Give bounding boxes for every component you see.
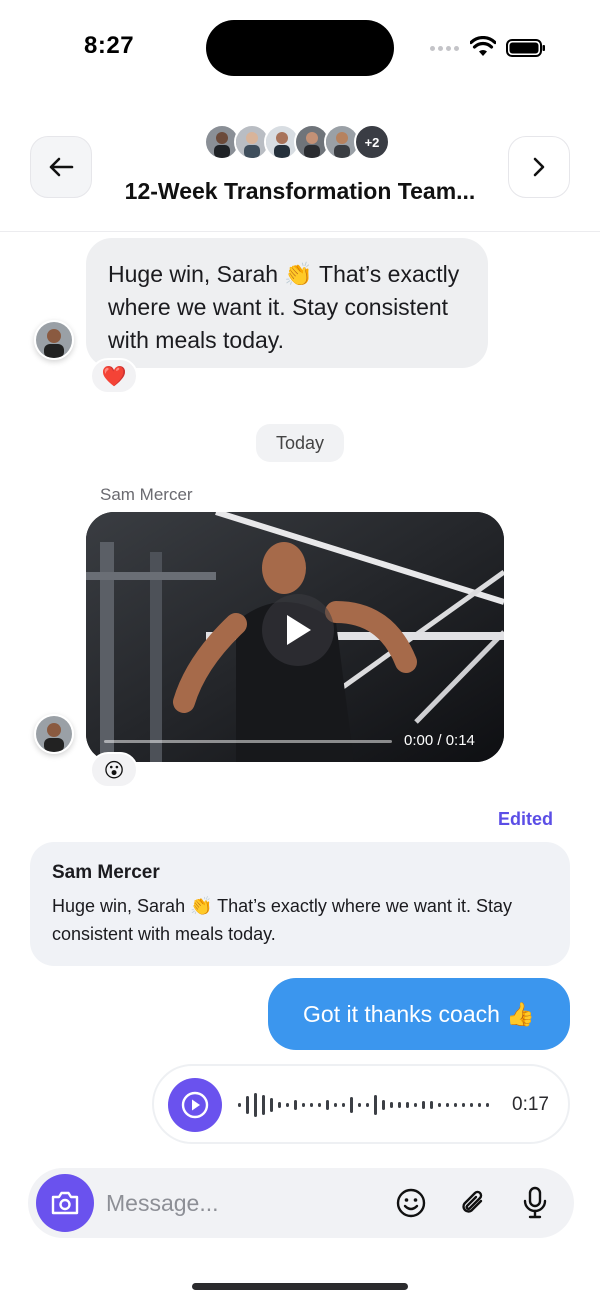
- camera-button[interactable]: [36, 1174, 94, 1232]
- dynamic-island: [206, 20, 394, 76]
- home-indicator[interactable]: [192, 1283, 408, 1290]
- wifi-icon: [470, 36, 496, 56]
- chat-header: +2 12-Week Transformation Team...: [0, 110, 600, 232]
- incoming-message[interactable]: Huge win, Sarah 👏 That’s exactly where w…: [86, 238, 488, 368]
- video-play-button[interactable]: [262, 594, 334, 666]
- camera-icon: [51, 1191, 79, 1215]
- arrow-left-icon: [49, 157, 74, 177]
- message-text: Huge win, Sarah 👏 That’s exactly where w…: [108, 261, 460, 353]
- attach-button[interactable]: [456, 1186, 490, 1220]
- play-icon: [287, 615, 311, 645]
- quote-text: Huge win, Sarah 👏 That’s exactly where w…: [52, 896, 512, 944]
- emoji-icon: [396, 1188, 426, 1218]
- group-members[interactable]: +2: [204, 124, 390, 160]
- cellular-signal-icon: [430, 46, 459, 51]
- reaction-badge[interactable]: ❤️: [90, 358, 138, 394]
- emoji-button[interactable]: [394, 1186, 428, 1220]
- date-separator: Today: [256, 424, 344, 462]
- quote-sender: Sam Mercer: [52, 862, 160, 883]
- voice-duration: 0:17: [512, 1094, 549, 1115]
- back-button[interactable]: [30, 136, 92, 198]
- status-time: 8:27: [84, 32, 135, 59]
- sender-avatar[interactable]: [34, 320, 74, 360]
- next-button[interactable]: [508, 136, 570, 198]
- group-title[interactable]: 12-Week Transformation Team...: [110, 178, 490, 205]
- message-composer: [28, 1168, 574, 1238]
- outgoing-message[interactable]: Got it thanks coach 👍: [268, 978, 570, 1050]
- reply-quote[interactable]: Sam Mercer Huge win, Sarah 👏 That’s exac…: [30, 842, 570, 966]
- paperclip-icon: [462, 1190, 483, 1213]
- microphone-button[interactable]: [518, 1186, 552, 1220]
- sender-avatar[interactable]: [34, 714, 74, 754]
- edited-label: Edited: [498, 809, 554, 829]
- voice-play-button[interactable]: [168, 1078, 222, 1132]
- waveform[interactable]: [236, 1090, 498, 1120]
- member-overflow-badge: +2: [354, 124, 390, 160]
- message-input[interactable]: [106, 1182, 376, 1224]
- chevron-right-icon: [533, 157, 545, 177]
- reaction-badge[interactable]: 😮: [90, 752, 138, 788]
- microphone-icon: [523, 1186, 547, 1219]
- message-text: Got it thanks coach 👍: [303, 1000, 535, 1027]
- battery-icon: [506, 39, 545, 57]
- play-circle-icon: [181, 1091, 209, 1119]
- video-time: 0:00 / 0:14: [404, 732, 475, 749]
- video-progress-bar[interactable]: [104, 740, 392, 743]
- status-bar: 8:27: [0, 0, 600, 96]
- voice-note[interactable]: 0:17: [152, 1064, 570, 1144]
- sender-name: Sam Mercer: [100, 485, 193, 504]
